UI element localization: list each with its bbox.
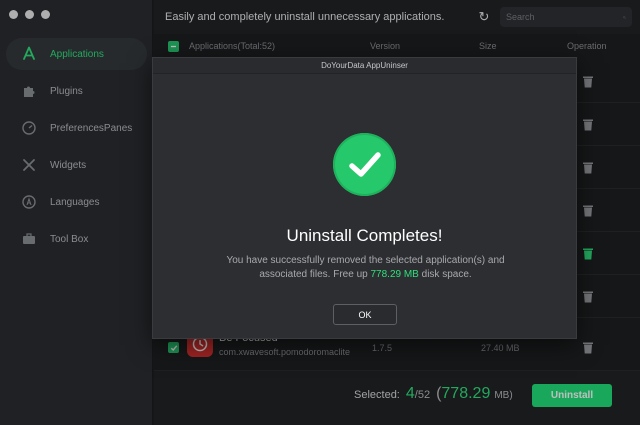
dialog-message-prefix: associated files. Free up [259,269,371,280]
ok-button[interactable]: OK [333,304,397,325]
completion-dialog: DoYourData AppUninser Uninstall Complete… [152,57,577,339]
dialog-message-suffix: disk space. [418,269,472,280]
success-check-icon [333,133,396,196]
dialog-message: You have successfully removed the select… [203,254,528,282]
dialog-message-line1: You have successfully removed the select… [226,255,505,266]
dialog-title: DoYourData AppUninser [153,58,576,74]
freed-size: 778.29 MB [370,269,419,280]
dialog-heading: Uninstall Completes! [286,226,443,245]
